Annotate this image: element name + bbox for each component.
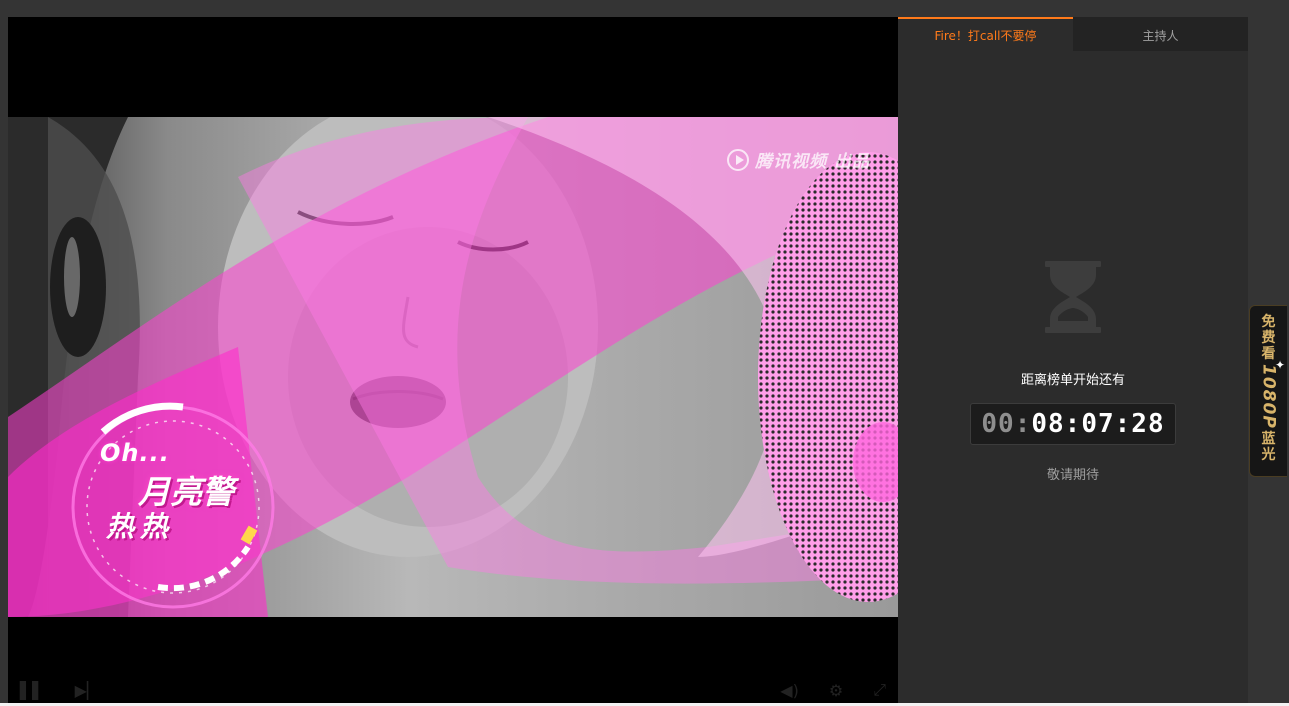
fullscreen-icon[interactable]: ⤢	[873, 680, 886, 700]
countdown-timer: 00 : 08 : 07 : 28	[970, 403, 1176, 445]
sparkle-icon: ✦	[1274, 358, 1285, 372]
timer-separator: :	[1014, 409, 1032, 439]
player-control-bar: ▌▌ ▶▏ ◀) ⚙ ⤢	[8, 677, 898, 703]
live-stream-page: 腾讯视频 出品 Oh... 月亮警 热热 ▌▌ ▶▏ ◀) ⚙ ⤢ Fire！打…	[0, 0, 1289, 706]
tencent-video-logo-icon	[727, 148, 750, 171]
video-frame[interactable]: 腾讯视频 出品 Oh... 月亮警 热热	[8, 117, 898, 617]
stay-tuned-text: 敬请期待	[1046, 468, 1099, 483]
tab-fire-call[interactable]: Fire！打call不要停	[898, 17, 1073, 51]
free-1080p-promo-button[interactable]: 免费看 1080P 蓝光 ✦	[1249, 305, 1287, 477]
play-icon[interactable]: ▌▌	[20, 681, 45, 700]
settings-icon[interactable]: ⚙	[829, 681, 843, 700]
promo-resolution: 1080P	[1258, 364, 1279, 429]
tab-host[interactable]: 主持人	[1073, 17, 1248, 51]
video-caption-oh: Oh...	[100, 439, 170, 467]
timer-frames: 28	[1131, 409, 1165, 439]
countdown-label: 距离榜单开始还有	[1020, 373, 1125, 388]
timer-minutes: 08	[1031, 409, 1065, 439]
side-panel-tabs: Fire！打call不要停 主持人	[898, 17, 1248, 51]
timer-separator: :	[1114, 409, 1132, 439]
timer-hours: 00	[981, 409, 1015, 439]
video-caption-subtitle: 热热	[106, 510, 175, 543]
side-panel: Fire！打call不要停 主持人 距离榜单开始还有 00 : 08 : 07 …	[898, 17, 1248, 703]
video-watermark: 腾讯视频 出品	[727, 147, 870, 172]
timer-seconds: 07	[1081, 409, 1115, 439]
promo-text-bluray: 蓝光	[1261, 430, 1276, 463]
promo-text-free: 免费看	[1261, 314, 1276, 362]
volume-icon[interactable]: ◀)	[780, 681, 799, 700]
next-icon[interactable]: ▶▏	[75, 681, 100, 700]
hourglass-icon	[1045, 261, 1101, 333]
watermark-text: 腾讯视频 出品	[755, 152, 870, 172]
timer-separator: :	[1064, 409, 1082, 439]
video-player[interactable]: 腾讯视频 出品 Oh... 月亮警 热热 ▌▌ ▶▏ ◀) ⚙ ⤢	[8, 17, 898, 703]
